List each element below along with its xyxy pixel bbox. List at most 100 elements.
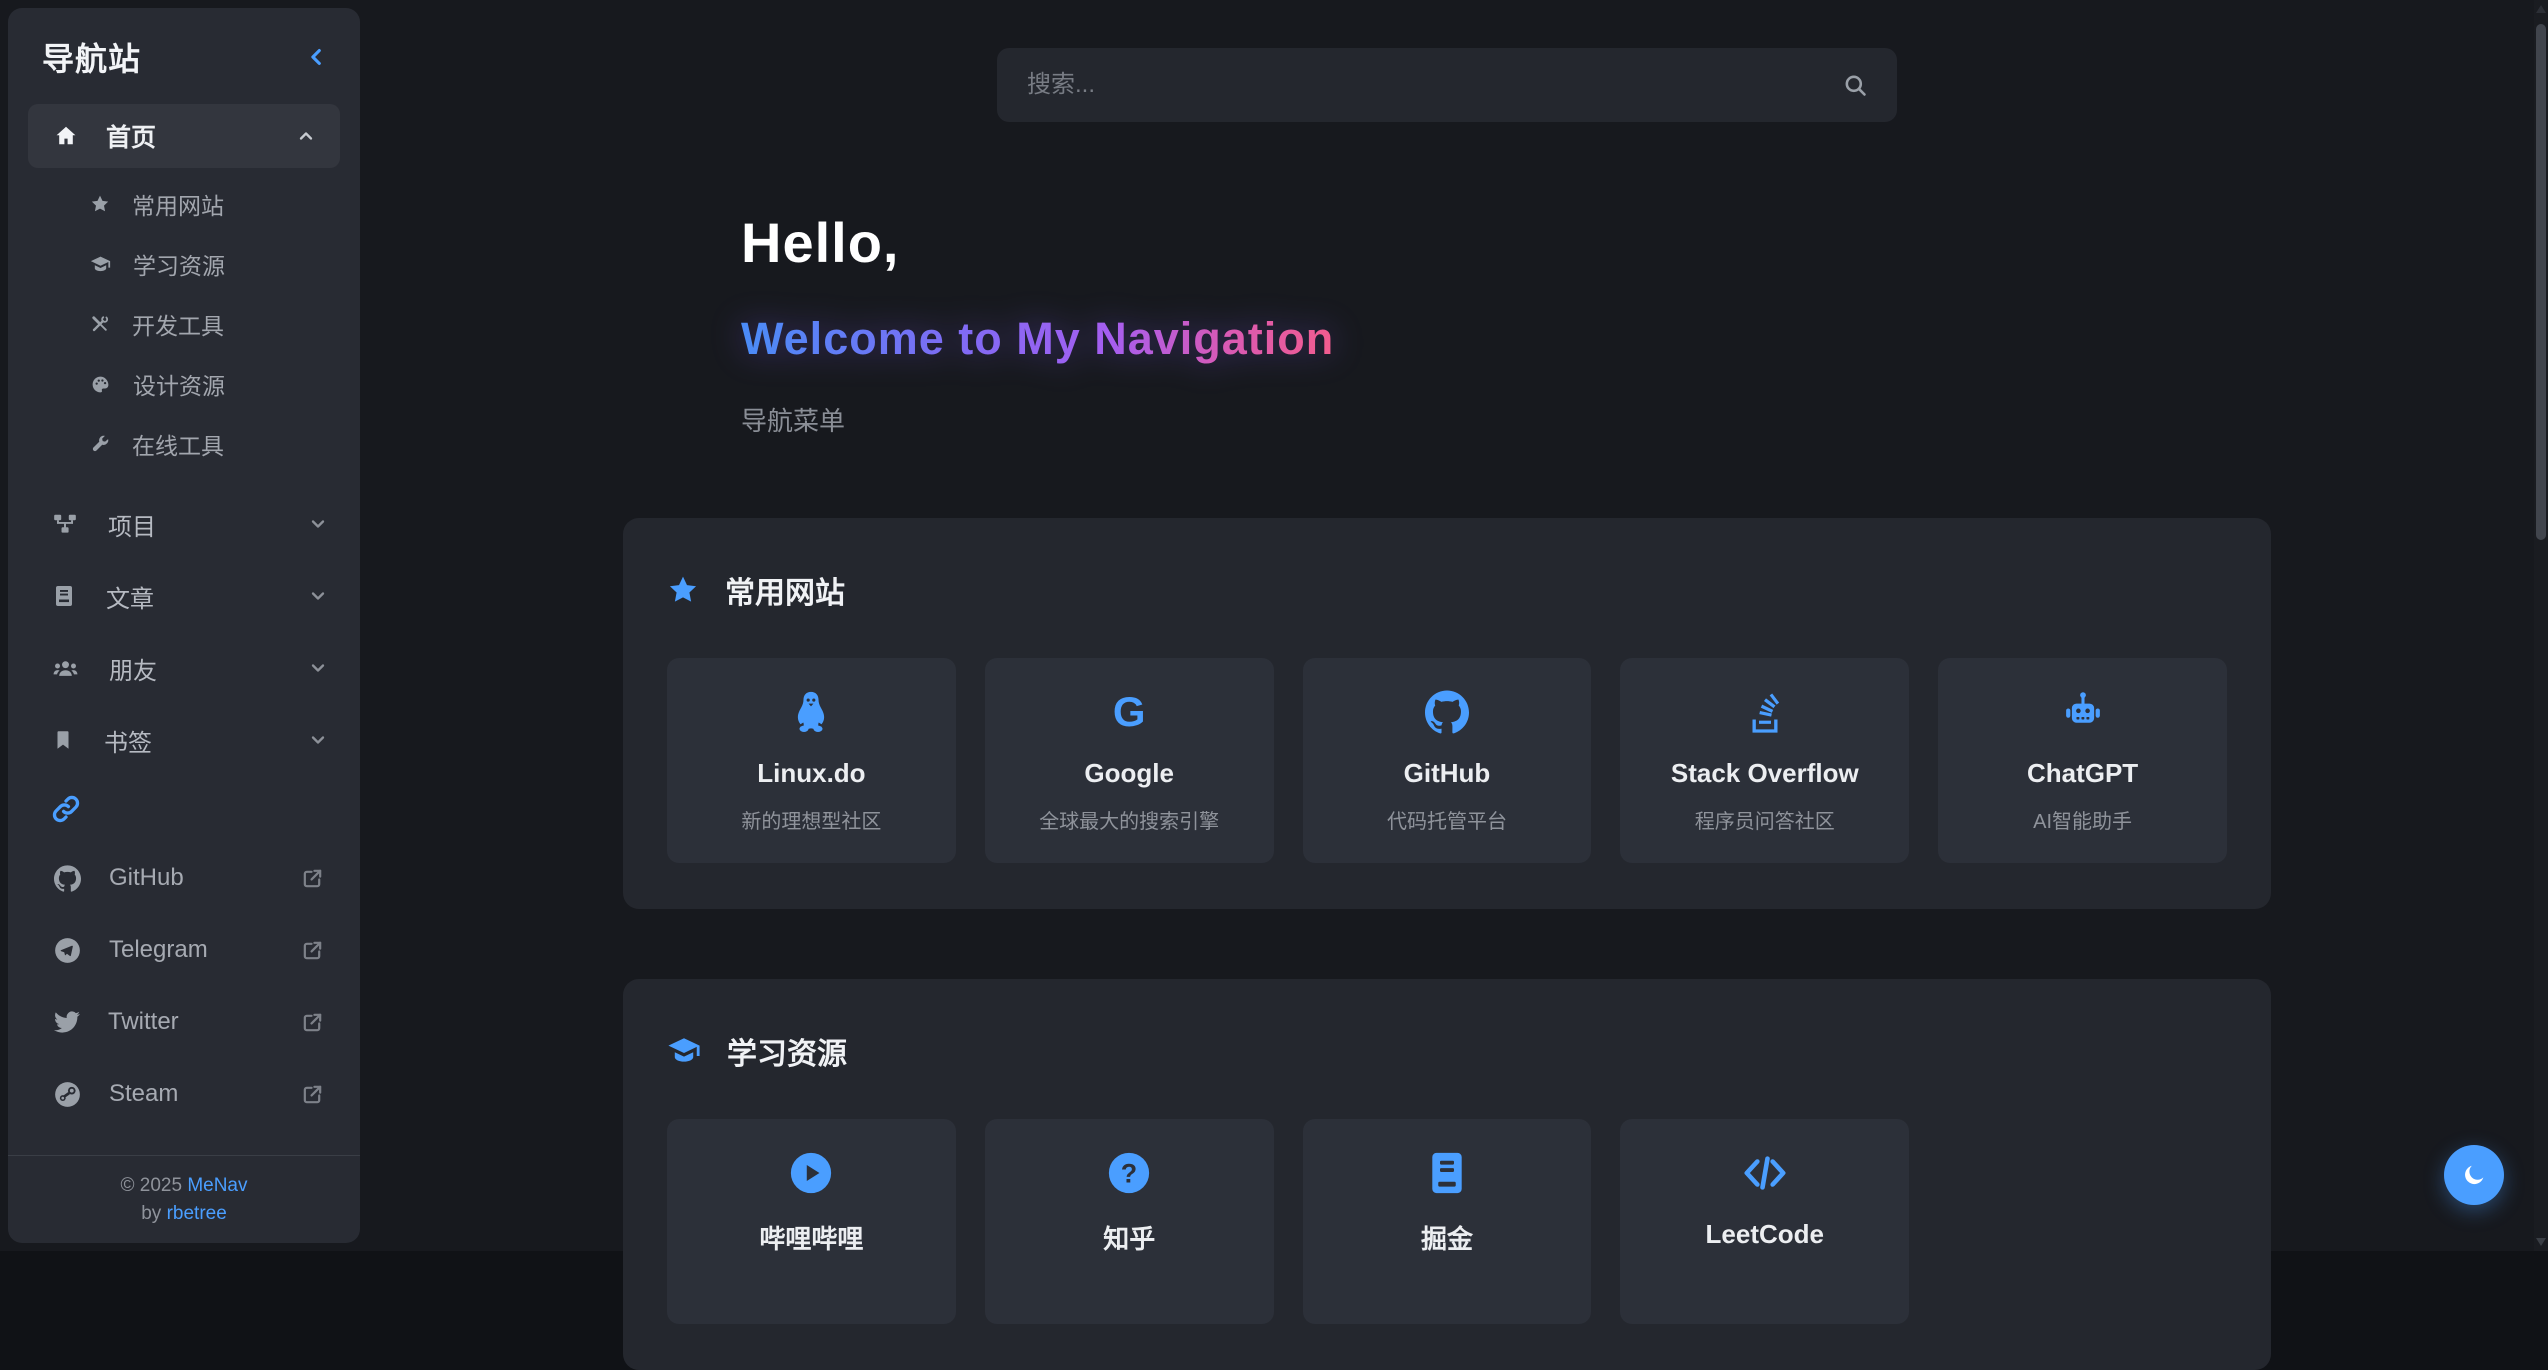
copyright-text: © 2025	[120, 1175, 187, 1196]
theme-toggle-button[interactable]	[2444, 1145, 2504, 1205]
robot-icon	[2060, 688, 2106, 736]
sidebar-link-github[interactable]: GitHub	[8, 842, 360, 914]
chevron-down-icon	[308, 658, 328, 678]
sidebar-link-telegram[interactable]: Telegram	[8, 914, 360, 986]
sidebar-link-twitter[interactable]: Twitter	[8, 986, 360, 1058]
sidebar-item-online-tools[interactable]: 在线工具	[8, 414, 360, 474]
site-desc: 全球最大的搜索引擎	[1039, 805, 1219, 834]
site-name: 哔哩哔哩	[759, 1219, 863, 1256]
social-link-label: Steam	[109, 1080, 301, 1108]
site-card-bilibili[interactable]: 哔哩哔哩	[667, 1119, 956, 1324]
section-title: 常用网站	[725, 568, 845, 612]
site-card-juejin[interactable]: 掘金	[1303, 1119, 1592, 1324]
sidebar-footer: © 2025 MeNav by rbetree	[8, 1155, 360, 1243]
sidebar-item-home[interactable]: 首页	[28, 104, 340, 168]
play-circle-icon	[788, 1149, 834, 1197]
author-link[interactable]: rbetree	[167, 1203, 227, 1224]
question-circle-icon: ?	[1106, 1149, 1152, 1197]
sidebar-item-label: 文章	[106, 579, 308, 614]
main-content: Hello, Welcome to My Navigation 导航菜单 常用网…	[360, 0, 2534, 1251]
hero-welcome: Welcome to My Navigation	[741, 313, 1334, 365]
sidebar-item-dev-tools[interactable]: 开发工具	[8, 294, 360, 354]
site-title: 导航站	[42, 34, 141, 80]
byline-text: by	[141, 1203, 166, 1224]
sidebar-item-articles[interactable]: 文章	[8, 560, 360, 632]
github-icon	[1425, 688, 1469, 736]
sidebar-quick-link[interactable]	[8, 776, 360, 842]
hero-greeting: Hello,	[741, 210, 2271, 275]
sidebar-item-projects[interactable]: 项目	[8, 488, 360, 560]
menav-link[interactable]: MeNav	[187, 1175, 247, 1196]
scrollbar[interactable]	[2534, 0, 2548, 1251]
chevron-up-icon	[296, 126, 316, 146]
sidebar-item-label: 在线工具	[132, 427, 224, 461]
sidebar-item-label: 开发工具	[132, 307, 224, 341]
external-link-icon	[301, 939, 324, 962]
screwdriver-wrench-icon	[90, 314, 110, 334]
site-card-zhihu[interactable]: ? 知乎	[985, 1119, 1274, 1324]
site-name: Google	[1084, 758, 1174, 789]
hero-subtitle: 导航菜单	[741, 401, 2271, 438]
star-icon	[90, 194, 110, 214]
site-card-linuxdo[interactable]: Linux.do 新的理想型社区	[667, 658, 956, 863]
wrench-icon	[90, 434, 110, 454]
sidebar-item-common-sites[interactable]: 常用网站	[8, 174, 360, 234]
graduation-cap-icon	[90, 254, 111, 275]
site-card-leetcode[interactable]: LeetCode	[1620, 1119, 1909, 1324]
site-card-chatgpt[interactable]: ChatGPT AI智能助手	[1938, 658, 2227, 863]
link-chain-icon	[50, 793, 82, 825]
site-card-github[interactable]: GitHub 代码托管平台	[1303, 658, 1592, 863]
site-desc: 新的理想型社区	[741, 805, 881, 834]
sidebar-collapse-button[interactable]	[302, 42, 332, 72]
sidebar-item-label: 项目	[108, 507, 308, 542]
chevron-down-icon	[308, 586, 328, 606]
scroll-down-arrow[interactable]	[2536, 1238, 2546, 1246]
sidebar-link-steam[interactable]: Steam	[8, 1058, 360, 1130]
sidebar-item-label: 常用网站	[132, 187, 224, 221]
twitter-icon	[54, 1009, 80, 1035]
telegram-icon	[54, 937, 81, 964]
google-g-icon: G	[1113, 688, 1146, 736]
code-icon	[1740, 1149, 1790, 1197]
sidebar-item-learning[interactable]: 学习资源	[8, 234, 360, 294]
site-name: 知乎	[1103, 1219, 1155, 1256]
chevron-left-icon	[306, 46, 328, 68]
sidebar-item-design[interactable]: 设计资源	[8, 354, 360, 414]
bookmark-icon	[52, 729, 74, 751]
graduation-cap-icon	[667, 1034, 701, 1068]
palette-icon	[90, 374, 111, 395]
moon-icon	[2461, 1162, 2487, 1188]
stack-overflow-icon	[1745, 688, 1785, 736]
social-link-label: GitHub	[109, 864, 301, 892]
site-card-stackoverflow[interactable]: Stack Overflow 程序员问答社区	[1620, 658, 1909, 863]
search-icon[interactable]	[1842, 72, 1869, 99]
sidebar-subnav: 常用网站 学习资源 开发工具 设计资源 在线工具	[8, 168, 360, 478]
project-diagram-icon	[52, 511, 78, 537]
sidebar-item-friends[interactable]: 朋友	[8, 632, 360, 704]
scroll-up-arrow[interactable]	[2536, 5, 2546, 13]
section-title: 学习资源	[727, 1029, 847, 1073]
home-icon	[54, 124, 78, 148]
site-desc: 代码托管平台	[1387, 805, 1507, 834]
scrollbar-thumb[interactable]	[2536, 24, 2546, 540]
site-name: ChatGPT	[2027, 758, 2138, 789]
sidebar-item-label: 朋友	[109, 651, 308, 686]
search-bar	[997, 48, 1897, 122]
sidebar-item-label: 首页	[106, 118, 296, 154]
external-link-icon	[301, 1011, 324, 1034]
site-name: GitHub	[1404, 758, 1491, 789]
social-link-label: Telegram	[109, 936, 301, 964]
chevron-down-icon	[308, 730, 328, 750]
star-icon	[667, 574, 699, 606]
site-name: LeetCode	[1706, 1219, 1824, 1250]
sidebar-item-label: 书签	[104, 723, 308, 758]
site-name: Stack Overflow	[1671, 758, 1859, 789]
site-desc: 程序员问答社区	[1695, 805, 1835, 834]
sidebar-item-label: 学习资源	[133, 247, 225, 281]
search-input[interactable]	[997, 48, 1897, 122]
sidebar-item-bookmarks[interactable]: 书签	[8, 704, 360, 776]
section-learning-resources: 学习资源 哔哩哔哩 ? 知乎	[623, 979, 2271, 1370]
site-card-google[interactable]: G Google 全球最大的搜索引擎	[985, 658, 1274, 863]
linux-tux-icon	[790, 688, 832, 736]
external-link-icon	[301, 867, 324, 890]
